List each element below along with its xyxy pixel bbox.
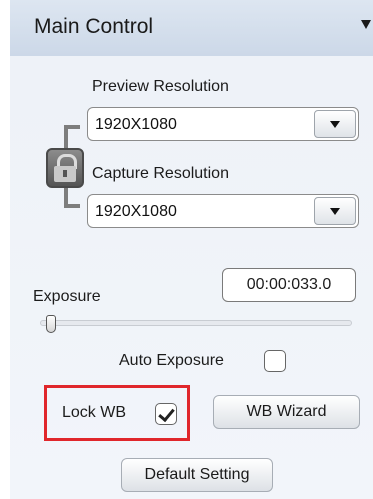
preview-resolution-select[interactable]: 1920X1080 (87, 107, 359, 141)
default-setting-button[interactable]: Default Setting (121, 458, 273, 492)
preview-resolution-value: 1920X1080 (95, 116, 177, 133)
auto-exposure-label: Auto Exposure (119, 352, 224, 369)
exposure-time-input[interactable]: 00:00:033.0 (222, 268, 356, 302)
capture-resolution-select[interactable]: 1920X1080 (87, 194, 359, 228)
preview-resolution-label: Preview Resolution (92, 78, 229, 95)
padlock-body (54, 166, 76, 182)
chevron-down-icon[interactable] (314, 110, 356, 138)
auto-exposure-checkbox[interactable] (264, 350, 286, 372)
exposure-slider-thumb[interactable] (46, 315, 57, 333)
triangle-down-icon[interactable] (361, 20, 371, 29)
wb-wizard-button[interactable]: WB Wizard (213, 395, 360, 429)
capture-resolution-value: 1920X1080 (95, 203, 177, 220)
exposure-slider-track[interactable] (40, 320, 352, 326)
padlock-icon[interactable] (46, 148, 84, 188)
panel-title: Main Control (34, 15, 154, 38)
lock-wb-label: Lock WB (62, 404, 127, 421)
lock-wb-checkbox[interactable] (155, 403, 177, 425)
capture-resolution-label: Capture Resolution (92, 165, 229, 182)
padlock-keyhole (63, 170, 67, 177)
chevron-down-icon[interactable] (314, 197, 356, 225)
panel-header[interactable]: Main Control (10, 0, 373, 56)
checkmark-icon (158, 404, 175, 423)
exposure-label: Exposure (33, 288, 101, 305)
